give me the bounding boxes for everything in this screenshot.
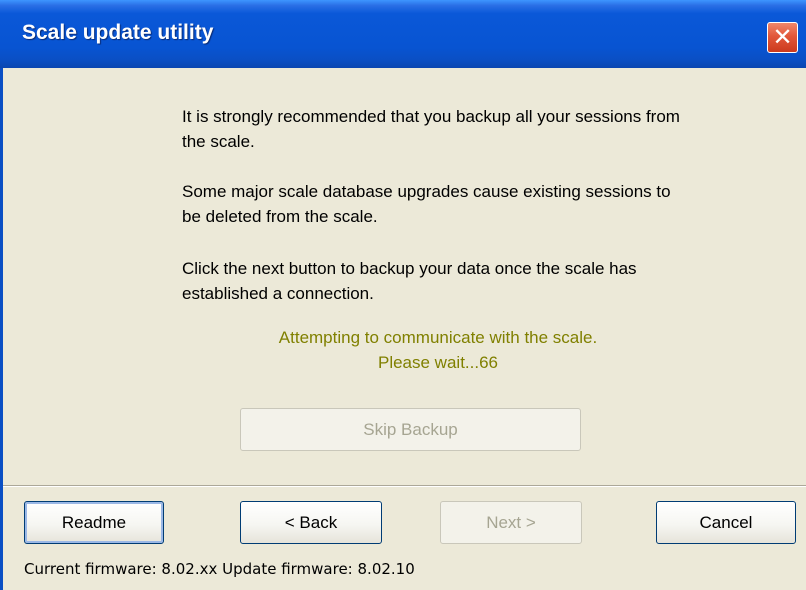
skip-backup-button[interactable]: Skip Backup [240, 408, 581, 451]
status-message-line-1: Attempting to communicate with the scale… [278, 328, 598, 347]
instruction-text: Click the next button to backup your dat… [182, 259, 637, 303]
title-bar[interactable]: Scale update utility ✕ [0, 0, 806, 68]
dialog-window: Scale update utility ✕ It is strongly re… [0, 0, 806, 590]
close-button[interactable]: ✕ [767, 22, 798, 53]
readme-button[interactable]: Readme [24, 501, 164, 544]
warning-text: Some major scale database upgrades cause… [182, 182, 671, 226]
status-message-line-2: Please wait...66 [377, 353, 498, 372]
firmware-status-text: Current firmware: 8.02.xx Update firmwar… [24, 560, 415, 578]
next-button[interactable]: Next > [440, 501, 582, 544]
window-title: Scale update utility [22, 21, 214, 44]
close-icon: ✕ [772, 23, 793, 51]
back-button[interactable]: < Back [240, 501, 382, 544]
recommendation-text: It is strongly recommended that you back… [182, 107, 680, 151]
button-area-separator [3, 485, 806, 487]
cancel-button[interactable]: Cancel [656, 501, 796, 544]
